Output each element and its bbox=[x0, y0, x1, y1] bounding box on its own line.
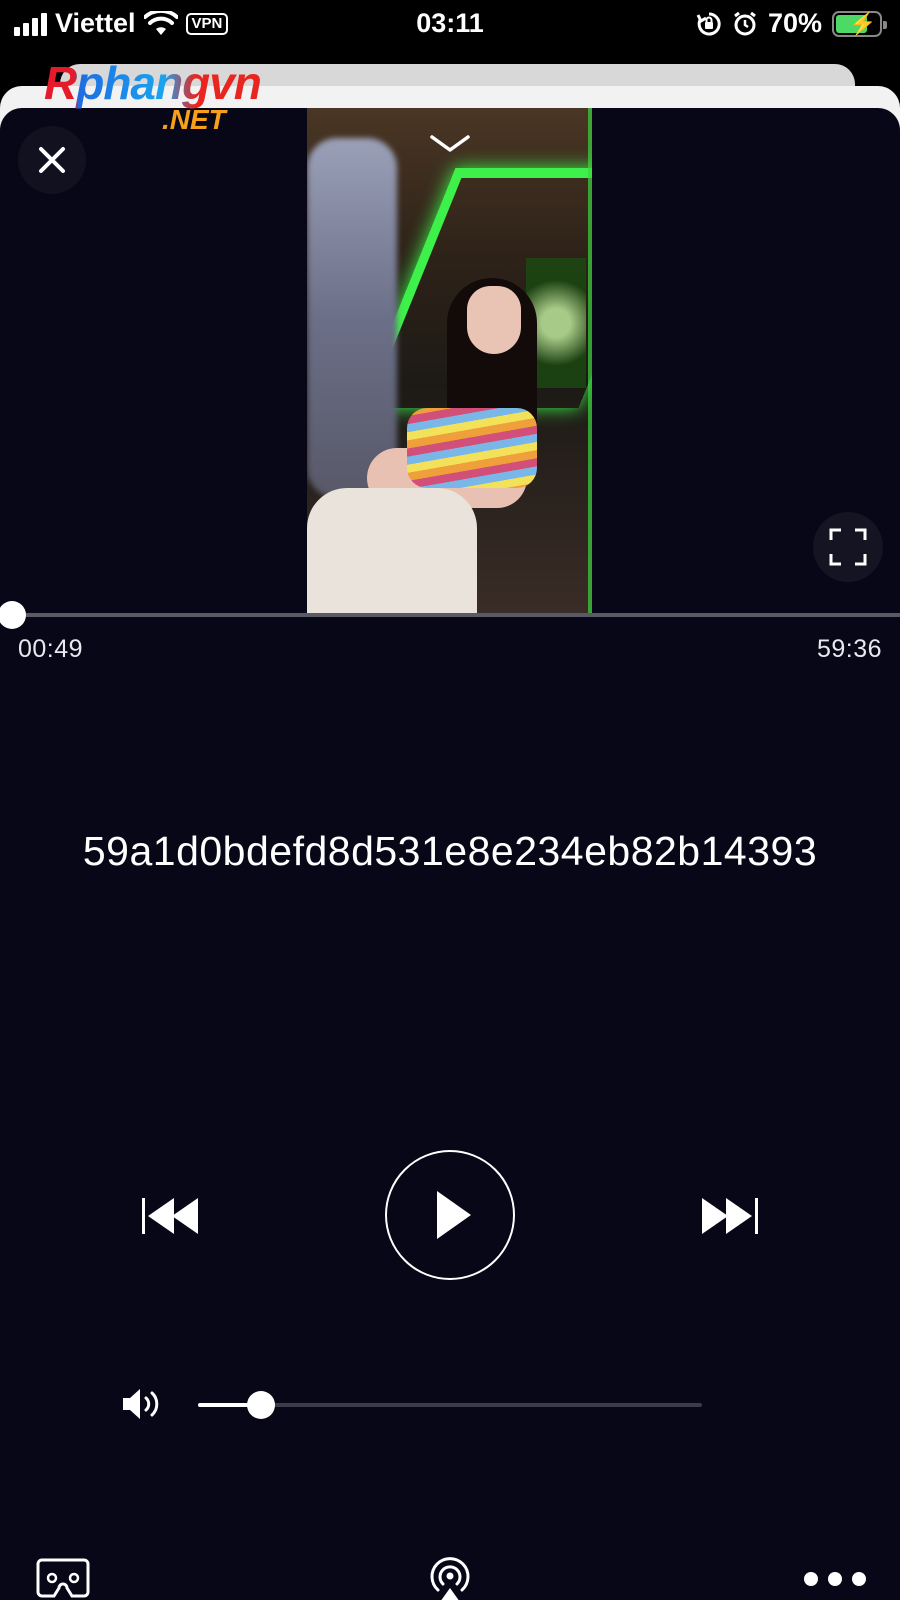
status-right: 70% ⚡ bbox=[696, 8, 887, 39]
progress-knob[interactable] bbox=[0, 601, 27, 629]
next-button[interactable] bbox=[694, 1188, 760, 1244]
more-dot bbox=[804, 1572, 818, 1586]
airplay-button[interactable] bbox=[426, 1554, 474, 1600]
volume-knob[interactable] bbox=[247, 1391, 275, 1419]
rotation-lock-icon bbox=[696, 11, 721, 35]
battery-percent: 70% bbox=[767, 8, 822, 38]
alarm-icon bbox=[734, 11, 756, 35]
vr-headset-icon bbox=[36, 1558, 90, 1598]
fullscreen-button[interactable] bbox=[813, 512, 883, 582]
more-dot bbox=[852, 1572, 866, 1586]
elapsed-time: 00:49 bbox=[18, 635, 84, 663]
watermark-logo-sub: .NET bbox=[162, 104, 226, 135]
play-button[interactable] bbox=[385, 1150, 515, 1280]
more-dot bbox=[828, 1572, 842, 1586]
skip-previous-icon bbox=[142, 1198, 198, 1234]
status-bar: Viettel VPN 03:11 70% ⚡ bbox=[0, 0, 900, 56]
player-sheet: 00:49 59:36 59a1d0bdefd8d531e8e234eb82b1… bbox=[0, 108, 900, 1600]
vr-button[interactable] bbox=[36, 1558, 90, 1600]
volume-slider[interactable] bbox=[198, 1391, 702, 1419]
airplay-icon bbox=[430, 1557, 470, 1600]
charging-bolt-icon: ⚡ bbox=[849, 10, 877, 36]
total-duration: 59:36 bbox=[816, 635, 882, 663]
battery-icon: ⚡ bbox=[832, 10, 887, 37]
track-title: 59a1d0bdefd8d531e8e234eb82b14393 bbox=[82, 828, 818, 874]
speaker-icon[interactable] bbox=[120, 1384, 164, 1424]
skip-next-icon bbox=[702, 1198, 758, 1234]
watermark-logo-main: Rphangvn bbox=[44, 57, 262, 109]
play-icon bbox=[437, 1191, 471, 1239]
watermark-logo: Rphangvn .NET bbox=[44, 56, 324, 140]
more-button[interactable] bbox=[800, 1566, 870, 1592]
progress-bar[interactable] bbox=[0, 601, 900, 629]
close-icon bbox=[39, 147, 65, 173]
video-frame[interactable] bbox=[307, 108, 592, 614]
previous-button[interactable] bbox=[140, 1188, 206, 1244]
chevron-down-icon[interactable] bbox=[430, 134, 470, 154]
fullscreen-icon bbox=[829, 528, 867, 566]
